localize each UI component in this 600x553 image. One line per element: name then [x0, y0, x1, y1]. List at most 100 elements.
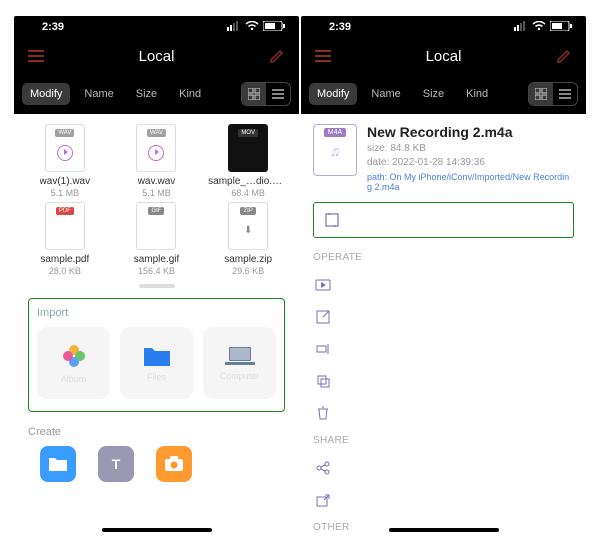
filter-size[interactable]: Size [415, 83, 452, 105]
file-name: sample.gif [134, 254, 180, 265]
status-icons [227, 21, 285, 34]
open-icon [315, 309, 331, 325]
camera-icon [164, 456, 184, 472]
laptop-icon [225, 345, 255, 367]
operate-play[interactable] [313, 269, 574, 301]
operate-rename[interactable] [313, 333, 574, 365]
filter-name[interactable]: Name [76, 83, 121, 105]
create-folder-button[interactable] [40, 446, 76, 482]
bottom-sheet: Import Album Files Computer [14, 276, 299, 536]
filter-kind[interactable]: Kind [458, 83, 496, 105]
folder-icon [142, 344, 172, 368]
edit-icon[interactable] [554, 46, 574, 66]
view-toggle [528, 82, 578, 106]
convert-icon [324, 212, 340, 228]
text-icon: T [108, 456, 124, 472]
file-thumb: WAV [45, 124, 85, 172]
view-toggle [241, 82, 291, 106]
file-name: sample.zip [224, 254, 272, 265]
create-row: T [28, 446, 285, 482]
status-bar: 2:39 [301, 16, 586, 38]
operate-open[interactable] [313, 301, 574, 333]
copy-icon [315, 373, 331, 389]
detail-filename: New Recording 2.m4a [367, 124, 574, 140]
file-name: wav.wav [138, 176, 176, 187]
filter-modify[interactable]: Modify [22, 83, 70, 105]
file-name: wav(1).wav [40, 176, 91, 187]
phone-right: 2:39 Local Modify Name Size Kind [301, 16, 586, 536]
filter-size[interactable]: Size [128, 83, 165, 105]
signal-icon [514, 21, 528, 34]
wifi-icon [532, 21, 546, 34]
battery-icon [263, 21, 285, 34]
import-computer[interactable]: Computer [203, 327, 276, 399]
detail-header: M4A ♫ New Recording 2.m4a size: 84.8 KB … [313, 124, 574, 192]
filter-name[interactable]: Name [363, 83, 408, 105]
file-item[interactable]: ZIP sample.zip 29.6 KB [203, 202, 293, 276]
operate-copy[interactable] [313, 365, 574, 397]
create-text-button[interactable]: T [98, 446, 134, 482]
import-files[interactable]: Files [120, 327, 193, 399]
filter-bar: Modify Name Size Kind [14, 74, 299, 114]
signal-icon [227, 21, 241, 34]
tile-label: Album [61, 374, 87, 384]
grid-view-icon[interactable] [529, 83, 553, 105]
play-icon [315, 277, 331, 293]
list-view-icon[interactable] [266, 83, 290, 105]
list-view-icon[interactable] [553, 83, 577, 105]
operate-delete[interactable] [313, 397, 574, 429]
photos-icon [60, 342, 88, 370]
file-item[interactable]: GIF sample.gif 156.4 KB [112, 202, 202, 276]
rename-icon [315, 341, 331, 357]
export-action[interactable] [313, 484, 574, 516]
status-time: 2:39 [42, 21, 64, 33]
share-icon [315, 460, 331, 476]
share-action[interactable] [313, 452, 574, 484]
file-size: 28.0 KB [49, 266, 81, 276]
file-size: 5.1 MB [142, 188, 171, 198]
filter-modify[interactable]: Modify [309, 83, 357, 105]
file-name: sample_…dio.mov [208, 176, 288, 187]
file-thumb: GIF [136, 202, 176, 250]
file-item[interactable]: WAV wav.wav 5.1 MB [112, 124, 202, 198]
operate-section-title: OPERATE [313, 252, 574, 263]
battery-icon [550, 21, 572, 34]
export-icon [315, 492, 331, 508]
file-thumb: WAV [136, 124, 176, 172]
phone-left: 2:39 Local Modify Name Size Kind [14, 16, 299, 536]
filter-kind[interactable]: Kind [171, 83, 209, 105]
menu-icon[interactable] [26, 46, 46, 66]
detail-date: date: 2022-01-28 14:39:36 [367, 156, 574, 170]
header: Local [14, 38, 299, 74]
file-size: 29.6 KB [232, 266, 264, 276]
import-label: Import [37, 307, 276, 319]
file-item[interactable]: WAV wav(1).wav 5.1 MB [20, 124, 110, 198]
menu-icon[interactable] [313, 46, 333, 66]
header: Local [301, 38, 586, 74]
file-item[interactable]: MOV sample_…dio.mov 68.4 MB [203, 124, 293, 198]
tile-label: Files [147, 372, 166, 382]
wifi-icon [245, 21, 259, 34]
file-size: 5.1 MB [51, 188, 80, 198]
svg-text:T: T [112, 456, 121, 472]
create-camera-button[interactable] [156, 446, 192, 482]
trash-icon [315, 405, 331, 421]
sheet-handle[interactable] [139, 284, 175, 288]
edit-icon[interactable] [267, 46, 287, 66]
import-album[interactable]: Album [37, 327, 110, 399]
convert-action[interactable] [313, 202, 574, 238]
music-notes-icon: ♫ [330, 143, 341, 159]
file-item[interactable]: PDF sample.pdf 28.0 KB [20, 202, 110, 276]
tile-label: Computer [220, 371, 260, 381]
file-size: 156.4 KB [138, 266, 175, 276]
import-section: Import Album Files Computer [28, 298, 285, 412]
detail-size: size: 84.8 KB [367, 142, 574, 156]
page-title: Local [139, 48, 175, 65]
home-indicator[interactable] [102, 528, 212, 532]
file-type-icon: M4A ♫ [313, 124, 357, 176]
grid-view-icon[interactable] [242, 83, 266, 105]
home-indicator[interactable] [389, 528, 499, 532]
file-thumb: ZIP [228, 202, 268, 250]
file-thumb: PDF [45, 202, 85, 250]
file-ext-badge: M4A [324, 128, 346, 137]
